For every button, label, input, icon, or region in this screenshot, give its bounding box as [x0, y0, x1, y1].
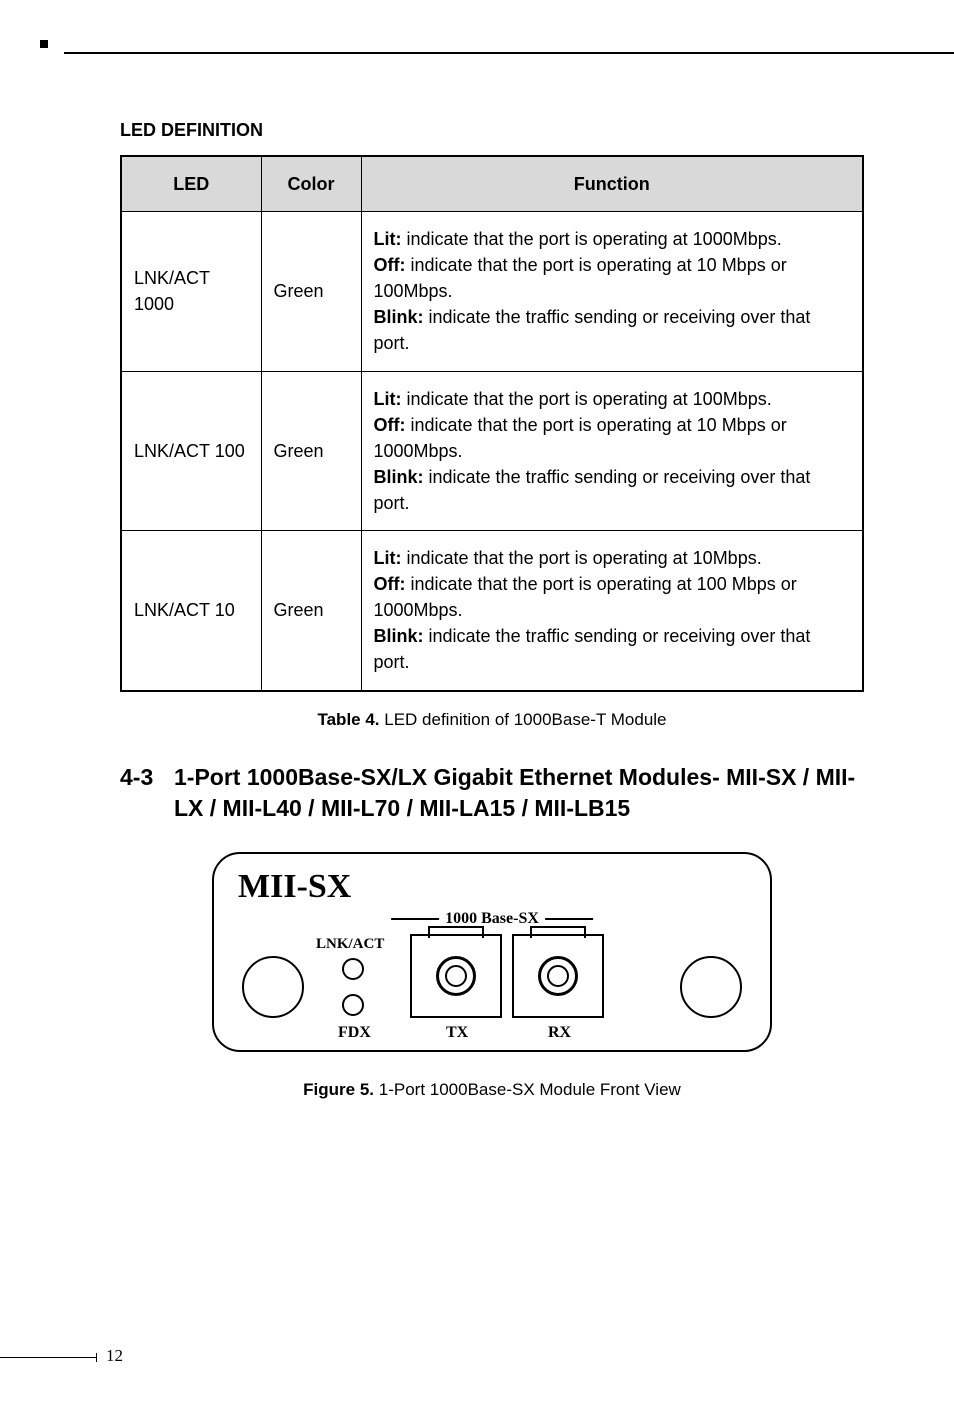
rx-port-icon: [512, 934, 604, 1018]
lit-label: Lit:: [374, 548, 402, 568]
line-left-icon: [391, 918, 439, 920]
lit-text: indicate that the port is operating at 1…: [401, 548, 761, 568]
page-number: 12: [106, 1346, 123, 1366]
header-rule: [64, 52, 954, 54]
table-caption-bold: Table 4.: [317, 710, 379, 729]
cell-led: LNK/ACT 1000: [121, 212, 261, 371]
screw-hole-right-icon: [680, 956, 742, 1018]
led-lnkact-icon: [342, 958, 364, 980]
cell-function: Lit: indicate that the port is operating…: [361, 371, 863, 530]
off-label: Off:: [374, 574, 406, 594]
heading-text: 1-Port 1000Base-SX/LX Gigabit Ethernet M…: [174, 762, 864, 824]
section-header: LED DEFINITION: [120, 120, 864, 141]
footer-tick-icon: [96, 1353, 97, 1362]
lit-text: indicate that the port is operating at 1…: [401, 229, 781, 249]
tx-port-icon: [410, 934, 502, 1018]
fdx-label: FDX: [338, 1024, 371, 1042]
blink-text: indicate the traffic sending or receivin…: [374, 307, 811, 353]
section-4-3-heading: 4-3 1-Port 1000Base-SX/LX Gigabit Ethern…: [120, 762, 864, 824]
th-function: Function: [361, 156, 863, 212]
table-caption-text: LED definition of 1000Base-T Module: [380, 710, 667, 729]
figure-caption-text: 1-Port 1000Base-SX Module Front View: [374, 1080, 681, 1099]
footer-rule: [0, 1357, 96, 1358]
module-diagram: MII-SX 1000 Base-SX LNK/ACT FDX TX RX: [212, 852, 772, 1052]
table-row: LNK/ACT 1000 Green Lit: indicate that th…: [121, 212, 863, 371]
cell-led: LNK/ACT 100: [121, 371, 261, 530]
rx-label: RX: [548, 1024, 571, 1042]
blink-label: Blink:: [374, 467, 424, 487]
led-definition-table: LED Color Function LNK/ACT 1000 Green Li…: [120, 155, 864, 692]
lnk-act-label: LNK/ACT: [316, 936, 384, 953]
module-name: MII-SX: [238, 868, 746, 906]
cell-function: Lit: indicate that the port is operating…: [361, 531, 863, 691]
th-led: LED: [121, 156, 261, 212]
heading-number: 4-3: [120, 762, 174, 824]
tx-label: TX: [446, 1024, 468, 1042]
lit-text: indicate that the port is operating at 1…: [401, 389, 771, 409]
figure-caption-bold: Figure 5.: [303, 1080, 374, 1099]
blink-text: indicate the traffic sending or receivin…: [374, 467, 811, 513]
cell-color: Green: [261, 212, 361, 371]
th-color: Color: [261, 156, 361, 212]
off-label: Off:: [374, 415, 406, 435]
off-text: indicate that the port is operating at 1…: [374, 574, 797, 620]
cell-color: Green: [261, 531, 361, 691]
table-row: LNK/ACT 100 Green Lit: indicate that the…: [121, 371, 863, 530]
cell-function: Lit: indicate that the port is operating…: [361, 212, 863, 371]
table-row: LNK/ACT 10 Green Lit: indicate that the …: [121, 531, 863, 691]
off-text: indicate that the port is operating at 1…: [374, 255, 787, 301]
figure-caption: Figure 5. 1-Port 1000Base-SX Module Fron…: [120, 1080, 864, 1100]
off-label: Off:: [374, 255, 406, 275]
off-text: indicate that the port is operating at 1…: [374, 415, 787, 461]
led-fdx-icon: [342, 994, 364, 1016]
blink-label: Blink:: [374, 626, 424, 646]
screw-hole-left-icon: [242, 956, 304, 1018]
cell-led: LNK/ACT 10: [121, 531, 261, 691]
cell-color: Green: [261, 371, 361, 530]
blink-text: indicate the traffic sending or receivin…: [374, 626, 811, 672]
table-caption: Table 4. LED definition of 1000Base-T Mo…: [120, 710, 864, 730]
line-right-icon: [545, 918, 593, 920]
lit-label: Lit:: [374, 229, 402, 249]
crop-mark-icon: [40, 40, 64, 64]
lit-label: Lit:: [374, 389, 402, 409]
blink-label: Blink:: [374, 307, 424, 327]
